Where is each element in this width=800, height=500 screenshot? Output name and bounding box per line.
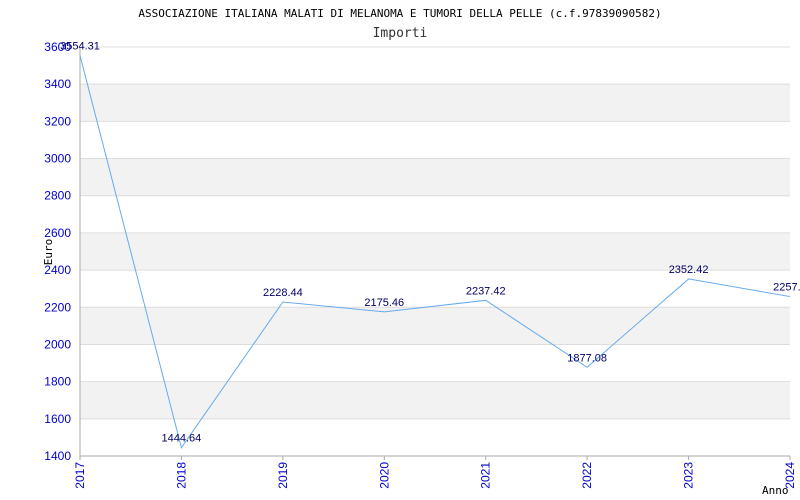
- data-label: 1444.64: [162, 433, 202, 445]
- x-tick-label: 2020: [377, 462, 391, 489]
- data-label: 1877.08: [567, 352, 607, 364]
- x-tick-label: 2023: [682, 462, 696, 489]
- data-label: 3554.31: [60, 40, 100, 52]
- y-tick-label: 1600: [44, 412, 71, 426]
- x-tick-label: 2019: [276, 462, 290, 489]
- x-tick-label: 2017: [73, 462, 87, 489]
- grid-bands: [80, 84, 790, 419]
- grid-band: [80, 158, 790, 196]
- data-label: 2352.42: [669, 264, 709, 276]
- data-label: 2257.6: [773, 282, 800, 294]
- y-tick-label: 3400: [44, 77, 71, 91]
- x-axis-title: Anno: [762, 484, 789, 497]
- y-tick-label: 3200: [44, 114, 71, 128]
- x-tick-label: 2021: [479, 462, 493, 489]
- y-tick-label: 3000: [44, 152, 71, 166]
- grid-band: [80, 307, 790, 345]
- y-tick-label: 2800: [44, 189, 71, 203]
- data-label: 2175.46: [364, 297, 404, 309]
- x-tick-label: 2018: [174, 462, 188, 489]
- y-axis-title: Euro: [42, 239, 55, 266]
- y-tick-label: 2600: [44, 226, 71, 240]
- grid-band: [80, 381, 790, 419]
- chart-subtitle: Importi: [373, 26, 428, 41]
- grid-band: [80, 84, 790, 122]
- x-tick-label: 2022: [580, 462, 594, 489]
- y-tick-label: 1400: [44, 449, 71, 463]
- y-tick-label: 1800: [44, 375, 71, 389]
- y-tick-label: 2200: [44, 300, 71, 314]
- x-tick-labels: 2017 2018 2019 2020 2021 2022 2023 2024: [73, 462, 797, 489]
- y-tick-label: 2000: [44, 337, 71, 351]
- chart-title: ASSOCIAZIONE ITALIANA MALATI DI MELANOMA…: [138, 7, 661, 20]
- data-label: 2228.44: [263, 287, 303, 299]
- chart-container: ASSOCIAZIONE ITALIANA MALATI DI MELANOMA…: [0, 0, 800, 500]
- line-chart: ASSOCIAZIONE ITALIANA MALATI DI MELANOMA…: [42, 7, 800, 497]
- data-label: 2237.42: [466, 285, 506, 297]
